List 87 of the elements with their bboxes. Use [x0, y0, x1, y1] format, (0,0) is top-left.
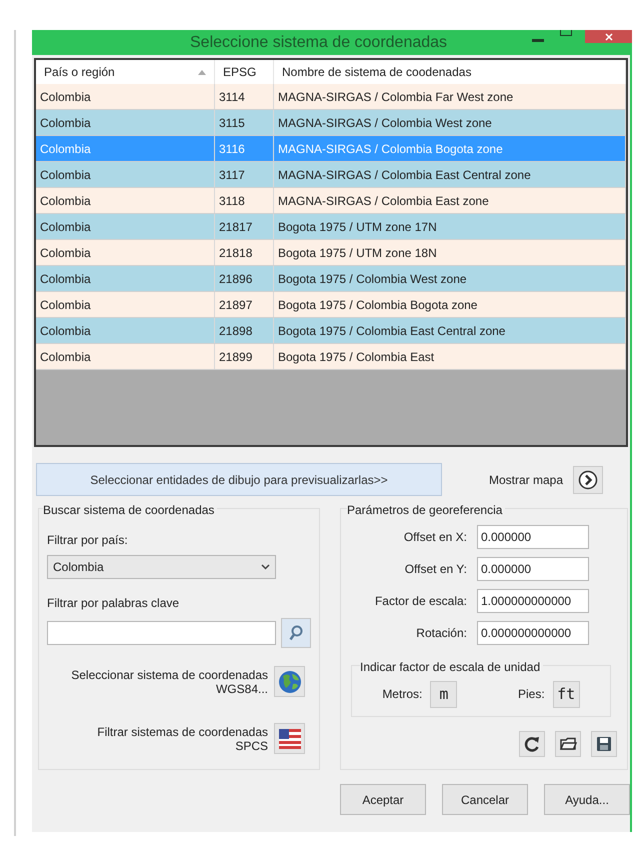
spcs-button[interactable] [274, 723, 305, 754]
wgs84-label: Seleccionar sistema de coordenadas WGS84... [71, 668, 268, 696]
minimize-icon[interactable] [532, 39, 544, 43]
flag-icon [278, 728, 300, 748]
close-icon [604, 32, 612, 40]
table-cell: MAGNA-SIRGAS / Colombia East Central zone [274, 162, 626, 187]
table-cell: Bogota 1975 / Colombia Bogota zone [274, 292, 626, 317]
table-cell: Colombia [36, 84, 215, 109]
input-field[interactable]: 0.000000 [477, 557, 589, 581]
table-row[interactable]: Colombia 21898 Bogota 1975 / Colombia East Central zone [36, 318, 626, 344]
table-cell: MAGNA-SIRGAS / Colombia West zone [274, 110, 626, 135]
table-row[interactable]: Colombia 3114 MAGNA-SIRGAS / Colombia Far West zone [36, 84, 626, 110]
table-cell: 21897 [215, 292, 274, 317]
table-cell: Colombia [36, 188, 215, 213]
search-icon [289, 625, 303, 641]
unit-label: Metros: [382, 686, 422, 703]
table-cell: 21817 [215, 214, 274, 239]
table-cell: 21896 [215, 266, 274, 291]
field-label: Filtrar por país: [47, 532, 129, 549]
globe-icon [278, 670, 302, 694]
table-row[interactable]: Colombia 21899 Bogota 1975 / Colombia East [36, 344, 626, 370]
table-cell: Colombia [36, 162, 215, 187]
maximize-icon[interactable] [560, 30, 572, 36]
show-map-label: Mostrar mapa [489, 472, 564, 488]
arrow-right-icon [578, 470, 598, 490]
save-icon [596, 736, 612, 752]
table-row[interactable]: Colombia 21896 Bogota 1975 / Colombia West zone [36, 266, 626, 292]
table-cell: Colombia [36, 266, 215, 291]
table-cell: Colombia [36, 344, 215, 369]
refresh-button[interactable] [519, 731, 545, 757]
refresh-icon [524, 736, 540, 752]
table-cell: Colombia [36, 136, 215, 161]
dialog-button[interactable]: Cancelar [442, 784, 528, 815]
preview-button[interactable]: Seleccionar entidades de dibujo para previsualizarlas>> [36, 463, 442, 496]
table-cell: Bogota 1975 / Colombia East Central zone [274, 318, 626, 343]
input-field[interactable]: 1.000000000000 [477, 589, 589, 613]
table-cell: Colombia [36, 318, 215, 343]
table-cell: Colombia [36, 110, 215, 135]
field-label: Offset en X: [402, 529, 467, 546]
chevron-down-icon [261, 564, 270, 570]
field-label: Rotación: [415, 625, 467, 642]
save-button[interactable] [591, 731, 617, 757]
field-label: Offset en Y: [404, 561, 467, 578]
table-cell: 3117 [215, 162, 274, 187]
input-field[interactable]: 0.000000 [477, 525, 589, 549]
table-cell: Colombia [36, 292, 215, 317]
table-cell: MAGNA-SIRGAS / Colombia Far West zone [274, 84, 626, 109]
table-cell: Colombia [36, 214, 215, 239]
table-cell: MAGNA-SIRGAS / Colombia East zone [274, 188, 626, 213]
table-cell: 21818 [215, 240, 274, 265]
table-cell: 3115 [215, 110, 274, 135]
field-label: Filtrar por palabras clave [47, 595, 180, 612]
table-row[interactable]: Colombia 21897 Bogota 1975 / Colombia Bogota zone [36, 292, 626, 318]
show-map-button[interactable] [573, 466, 604, 494]
folder-icon [560, 737, 576, 751]
unit-button[interactable]: m [430, 680, 458, 708]
table-row[interactable]: Colombia 3117 MAGNA-SIRGAS / Colombia East Central zone [36, 162, 626, 188]
table-cell: 3118 [215, 188, 274, 213]
search-button[interactable] [281, 618, 311, 648]
table-cell: 21898 [215, 318, 274, 343]
table-cell: Colombia [36, 240, 215, 265]
unit-label: Pies: [518, 686, 545, 703]
table-cell: Bogota 1975 / UTM zone 17N [274, 214, 626, 239]
table-row[interactable]: Colombia 21817 Bogota 1975 / UTM zone 17N [36, 214, 626, 240]
open-folder-button[interactable] [555, 731, 581, 757]
table-cell: 3116 [215, 136, 274, 161]
table-cell: Bogota 1975 / Colombia East [274, 344, 626, 369]
table-cell: 21899 [215, 344, 274, 369]
keyword-field[interactable] [47, 621, 276, 645]
wgs84-button[interactable] [274, 666, 305, 697]
dropdown-value: Colombia [53, 559, 105, 576]
unit-button[interactable]: ft [552, 680, 580, 708]
table-cell: Bogota 1975 / Colombia West zone [274, 266, 626, 291]
table-row[interactable]: Colombia 3115 MAGNA-SIRGAS / Colombia West zone [36, 110, 626, 136]
table-cell: Bogota 1975 / UTM zone 18N [274, 240, 626, 265]
window-title: Seleccione sistema de coordenadas [190, 32, 448, 52]
table-cell: MAGNA-SIRGAS / Colombia Bogota zone [274, 136, 626, 161]
spcs-label: Filtrar sistemas de coordenadas SPCS [97, 724, 268, 752]
input-field[interactable]: 0.000000000000 [477, 621, 589, 645]
table-row[interactable]: Colombia 21818 Bogota 1975 / UTM zone 18N [36, 240, 626, 266]
field-label: Factor de escala: [374, 593, 467, 610]
close-button[interactable] [585, 30, 632, 43]
country-dropdown[interactable]: Colombia [47, 555, 276, 579]
dialog-button[interactable]: Ayuda... [544, 784, 630, 815]
table-cell: 3114 [215, 84, 274, 109]
dialog-button[interactable]: Aceptar [340, 784, 426, 815]
table-row[interactable]: Colombia 3118 MAGNA-SIRGAS / Colombia East zone [36, 188, 626, 214]
